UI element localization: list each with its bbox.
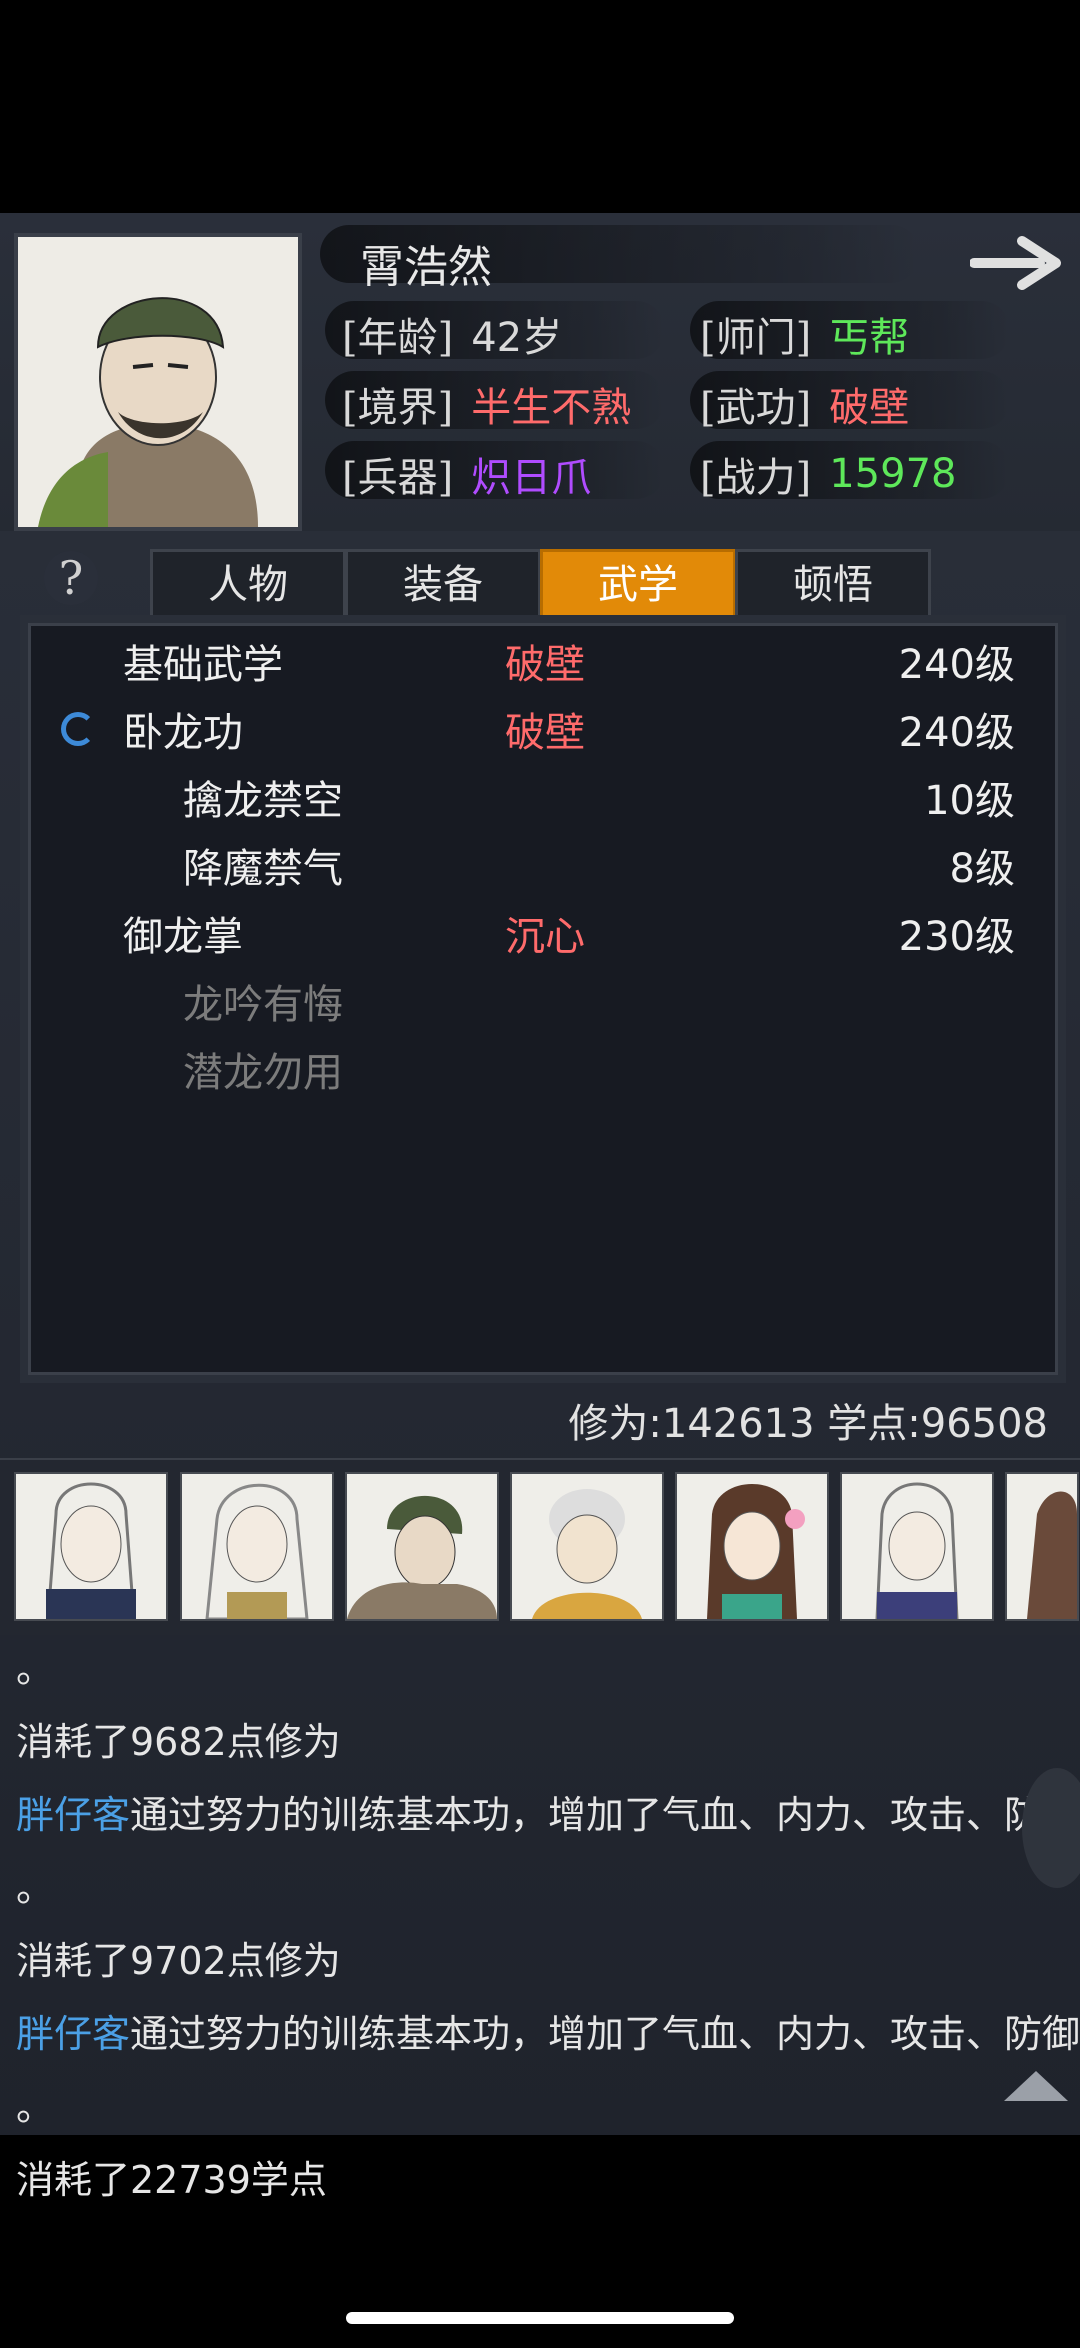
skill-row[interactable]: 潜龙勿用 xyxy=(31,1038,1055,1100)
stat-weapon: [兵器] 炽日爪 xyxy=(342,445,591,503)
scroll-up-arrow-icon[interactable] xyxy=(1004,2071,1068,2101)
skill-name: 擒龙禁空 xyxy=(183,778,343,824)
skill-row[interactable]: 降魔禁气 8级 xyxy=(31,834,1055,896)
log-line: 消耗了9682点修为 xyxy=(16,1706,1066,1779)
character-name: 霄浩然 xyxy=(360,242,492,293)
skills-panel: 基础武学 破壁 240级 卧龙功 破壁 240级 擒龙禁空 10级 降魔禁气 8… xyxy=(28,623,1058,1375)
skill-rank: 破壁 xyxy=(505,710,585,756)
stat-value: 炽日爪 xyxy=(471,455,592,501)
skill-level: 240级 xyxy=(898,710,1015,756)
character-card[interactable] xyxy=(510,1472,664,1621)
stat-sect: [师门] 丐帮 xyxy=(700,305,909,363)
tab-martial-arts[interactable]: 武学 xyxy=(540,549,736,621)
stat-label: [年龄] xyxy=(342,315,454,361)
game-screen: 霄浩然 [年龄] 42岁 [师门] 丐帮 [境界] 半生不熟 [武功] 破壁 [… xyxy=(0,213,1080,2202)
skill-name: 潜龙勿用 xyxy=(183,1050,343,1096)
skill-level: 8级 xyxy=(949,846,1015,892)
character-card[interactable] xyxy=(840,1472,994,1621)
skill-level: 240级 xyxy=(898,642,1015,688)
stat-value: 15978 xyxy=(829,451,957,497)
log-text: 。 xyxy=(16,1647,55,1691)
tab-equipment[interactable]: 装备 xyxy=(345,549,541,621)
log-line: 胖仔客通过努力的训练基本功，增加了气血、内力、攻击、防御 xyxy=(16,1998,1080,2071)
stat-label: [武功] xyxy=(700,385,812,431)
log-line: 消耗了22739学点 xyxy=(16,2144,1066,2217)
tab-character[interactable]: 人物 xyxy=(150,549,346,621)
skill-level: 10级 xyxy=(924,778,1015,824)
event-log: 。 消耗了9682点修为 胖仔客通过努力的训练基本功，增加了气血、内力、攻击、防… xyxy=(16,1633,1080,2217)
skill-name: 龙吟有悔 xyxy=(183,982,343,1028)
tab-enlightenment[interactable]: 顿悟 xyxy=(735,549,931,621)
log-line: 消耗了9702点修为 xyxy=(16,1925,1066,1998)
log-text: 。 xyxy=(16,1866,55,1910)
stat-label: [师门] xyxy=(700,315,812,361)
stat-value: 丐帮 xyxy=(829,315,910,361)
stat-label: [兵器] xyxy=(342,455,454,501)
log-text: 消耗了22739学点 xyxy=(16,2158,327,2202)
stat-label: [战力] xyxy=(700,455,812,501)
log-text: 通过努力的训练基本功，增加了气血、内力、攻击、防御 xyxy=(130,1793,1080,1837)
character-card[interactable] xyxy=(14,1472,168,1621)
skill-name: 降魔禁气 xyxy=(183,846,343,892)
log-line: 。 xyxy=(16,2071,1066,2144)
character-header: 霄浩然 [年龄] 42岁 [师门] 丐帮 [境界] 半生不熟 [武功] 破壁 [… xyxy=(0,213,1080,531)
stat-value: 42岁 xyxy=(471,315,563,361)
skill-name: 基础武学 xyxy=(123,642,283,688)
log-text: 。 xyxy=(16,2085,55,2129)
character-portrait xyxy=(14,233,302,531)
skill-row[interactable]: 基础武学 破壁 240级 xyxy=(31,630,1055,692)
help-button[interactable]: ? xyxy=(44,551,98,605)
character-card[interactable] xyxy=(1005,1472,1079,1621)
next-character-arrow-icon[interactable] xyxy=(969,233,1066,293)
home-indicator[interactable] xyxy=(346,2312,734,2324)
log-text: 消耗了9682点修为 xyxy=(16,1720,341,1764)
stat-realm: [境界] 半生不熟 xyxy=(342,375,631,433)
stat-age: [年龄] 42岁 xyxy=(342,305,562,363)
stat-power: [战力] 15978 xyxy=(700,445,956,503)
log-line: 。 xyxy=(16,1852,1066,1925)
character-card[interactable] xyxy=(345,1472,499,1621)
loading-spinner-icon xyxy=(61,712,95,746)
skill-rank: 沉心 xyxy=(505,914,585,960)
skill-row[interactable]: 御龙掌 沉心 230级 xyxy=(31,902,1055,964)
skill-level: 230级 xyxy=(898,914,1015,960)
log-actor[interactable]: 胖仔客 xyxy=(16,2012,130,2056)
stat-value: 破壁 xyxy=(829,385,910,431)
log-line: 胖仔客通过努力的训练基本功，增加了气血、内力、攻击、防御 xyxy=(16,1779,1080,1852)
character-card[interactable] xyxy=(180,1472,334,1621)
log-actor[interactable]: 胖仔客 xyxy=(16,1793,130,1837)
skill-row[interactable]: 擒龙禁空 10级 xyxy=(31,766,1055,828)
skill-row[interactable]: 龙吟有悔 xyxy=(31,970,1055,1032)
log-text: 通过努力的训练基本功，增加了气血、内力、攻击、防御 xyxy=(130,2012,1080,2056)
skill-name: 御龙掌 xyxy=(123,914,243,960)
stat-martial: [武功] 破壁 xyxy=(700,375,909,433)
character-strip xyxy=(0,1458,1080,1635)
skill-row[interactable]: 卧龙功 破壁 240级 xyxy=(31,698,1055,760)
skill-name: 卧龙功 xyxy=(123,710,243,756)
stat-label: [境界] xyxy=(342,385,454,431)
character-card[interactable] xyxy=(675,1472,829,1621)
log-text: 消耗了9702点修为 xyxy=(16,1939,341,1983)
log-line: 。 xyxy=(16,1633,1066,1706)
skill-rank: 破壁 xyxy=(505,642,585,688)
cultivation-points: 修为:142613 学点:96508 xyxy=(568,1401,1048,1447)
stat-value: 半生不熟 xyxy=(471,385,632,431)
